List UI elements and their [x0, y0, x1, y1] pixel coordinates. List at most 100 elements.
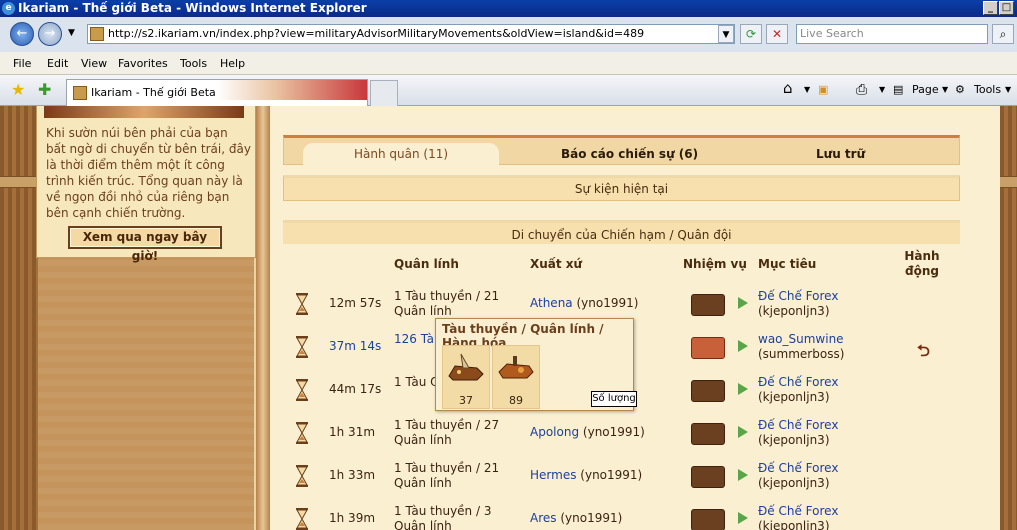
tools-menu[interactable]: Tools: [974, 81, 1001, 99]
hourglass-icon: [296, 465, 308, 487]
movement-units[interactable]: 1 Tàu thuyền / 3 Quân lính: [394, 504, 514, 530]
target-player: (kjeponljn3): [758, 304, 830, 318]
new-tab-button[interactable]: [370, 80, 398, 106]
movement-target: Đế Chế Forex (kjeponljn3): [758, 418, 838, 448]
origin-city-link[interactable]: Hermes: [530, 468, 576, 482]
print-dropdown-icon[interactable]: ▼: [879, 81, 885, 99]
menu-help[interactable]: Help: [220, 52, 245, 75]
movement-time: 37m 14s: [329, 339, 382, 353]
col-header-units: Quân lính: [394, 257, 459, 271]
address-bar[interactable]: http://s2.ikariam.vn/index.php?view=mili…: [87, 24, 735, 44]
refresh-button[interactable]: ⟳: [740, 24, 762, 44]
home-icon[interactable]: ⌂: [783, 79, 793, 97]
movements-title: Di chuyển của Chiến hạm / Quân đội: [283, 220, 960, 244]
stop-button[interactable]: ✕: [766, 24, 788, 44]
cargo-count-1: 37: [459, 394, 473, 407]
table-row: 1h 31m 1 Tàu thuyền / 27 Quân lính Apolong…: [283, 412, 960, 455]
tab-movements[interactable]: Hành quân (11): [303, 143, 499, 165]
origin-city-link[interactable]: Ares: [530, 511, 557, 525]
menu-favorites[interactable]: Favorites: [118, 52, 168, 75]
movement-time: 12m 57s: [329, 296, 382, 310]
movement-time: 1h 33m: [329, 468, 376, 482]
site-favicon-icon: [90, 27, 104, 41]
menu-view[interactable]: View: [81, 52, 107, 75]
cargo-slot-ship-2: 89: [492, 345, 540, 409]
col-header-action: Hành động: [904, 249, 940, 278]
print-icon[interactable]: ⎙: [856, 81, 867, 99]
direction-arrow-icon: [738, 469, 748, 481]
address-toolbar: ← → ▼ http://s2.ikariam.vn/index.php?vie…: [0, 17, 1017, 52]
browser-tab-title: Ikariam - Thế giới Beta: [91, 86, 216, 99]
hourglass-icon: [296, 293, 308, 315]
direction-arrow-icon: [738, 512, 748, 524]
tab-favicon-icon: [73, 86, 87, 100]
target-city-link[interactable]: Đế Chế Forex: [758, 289, 838, 303]
back-button[interactable]: ←: [10, 22, 34, 46]
address-url: http://s2.ikariam.vn/index.php?view=mili…: [108, 27, 645, 40]
target-player: (kjeponljn3): [758, 433, 830, 447]
page-right-greek-strip: [1000, 176, 1017, 188]
target-city-link[interactable]: Đế Chế Forex: [758, 418, 838, 432]
menu-tools[interactable]: Tools: [180, 52, 207, 75]
hourglass-icon: [296, 508, 308, 530]
target-player: (kjeponljn3): [758, 519, 830, 530]
steam-ship-icon: [498, 356, 534, 379]
gear-icon: ⚙: [955, 83, 965, 96]
window-title: Ikariam - Thế giới Beta - Windows Intern…: [18, 1, 367, 15]
direction-arrow-icon: [738, 426, 748, 438]
quantity-tooltip: Số lượng: [591, 391, 637, 407]
tools-dropdown-icon[interactable]: ▼: [1005, 81, 1011, 99]
direction-arrow-icon: [738, 383, 748, 395]
movement-origin: Ares (yno1991): [530, 511, 622, 525]
movement-units[interactable]: 1 Tàu thuyền / 21 Quân lính: [394, 289, 514, 319]
sidebar-ad-image: [44, 106, 244, 118]
forward-button[interactable]: →: [38, 22, 62, 46]
address-dropdown-icon[interactable]: ▼: [718, 25, 734, 43]
tab-banner-decoration: [217, 80, 367, 100]
history-dropdown-icon[interactable]: ▼: [68, 28, 75, 38]
tab-combat-reports[interactable]: Báo cáo chiến sự (6): [561, 143, 698, 165]
transport-mission-icon: [691, 466, 725, 488]
view-now-button[interactable]: Xem qua ngay bây giờ!: [68, 226, 222, 263]
menu-bar: File Edit View Favorites Tools Help: [0, 52, 1017, 75]
tab-bar: ★ ✚ Ikariam - Thế giới Beta ⌂ ▼ ▣ ⎙ ▼ ▤ …: [0, 75, 1017, 106]
target-city-link[interactable]: wao_Sumwine: [758, 332, 844, 346]
tab-archive[interactable]: Lưu trữ: [816, 143, 865, 165]
menu-file[interactable]: File: [13, 52, 31, 75]
target-city-link[interactable]: Đế Chế Forex: [758, 461, 838, 475]
home-dropdown-icon[interactable]: ▼: [804, 81, 810, 99]
favorites-star-icon[interactable]: ★: [11, 80, 25, 99]
target-player: (kjeponljn3): [758, 476, 830, 490]
page-menu[interactable]: Page: [912, 81, 939, 99]
target-city-link[interactable]: Đế Chế Forex: [758, 504, 838, 518]
table-row: 1h 39m 1 Tàu thuyền / 3 Quân lính Ares (yn…: [283, 498, 960, 530]
transport-mission-icon: [691, 509, 725, 530]
search-icon[interactable]: ⌕: [992, 24, 1014, 44]
browser-tab-ikariam[interactable]: Ikariam - Thế giới Beta: [66, 79, 368, 106]
sidebar-separator: [256, 106, 270, 530]
movement-time: 1h 39m: [329, 511, 376, 525]
page-right-border: [1000, 106, 1017, 530]
origin-player: (yno1991): [582, 425, 645, 439]
feeds-icon[interactable]: ▣: [818, 81, 828, 99]
sidebar-ad-text: Khi sườn núi bên phải của bạn bất ngờ di…: [46, 126, 251, 220]
target-player: (summerboss): [758, 347, 845, 361]
movement-target: wao_Sumwine (summerboss): [758, 332, 844, 362]
minimize-button[interactable]: _: [983, 1, 998, 15]
origin-city-link[interactable]: Athena: [530, 296, 573, 310]
origin-city-link[interactable]: Apolong: [530, 425, 579, 439]
hourglass-icon: [296, 379, 308, 401]
page-left-border: [0, 106, 38, 530]
movement-target: Đế Chế Forex (kjeponljn3): [758, 504, 838, 530]
movement-target: Đế Chế Forex (kjeponljn3): [758, 375, 838, 405]
transport-mission-icon: [691, 380, 725, 402]
movement-units[interactable]: 1 Tàu thuyền / 27 Quân lính: [394, 418, 514, 448]
movement-units[interactable]: 1 Tàu thuyền / 21 Quân lính: [394, 461, 514, 491]
search-input[interactable]: Live Search: [796, 24, 988, 44]
return-action-icon[interactable]: ⮌: [917, 340, 930, 367]
page-dropdown-icon[interactable]: ▼: [942, 81, 948, 99]
menu-edit[interactable]: Edit: [47, 52, 68, 75]
target-city-link[interactable]: Đế Chế Forex: [758, 375, 838, 389]
maximize-button[interactable]: □: [999, 1, 1014, 15]
add-favorite-icon[interactable]: ✚: [38, 80, 51, 99]
